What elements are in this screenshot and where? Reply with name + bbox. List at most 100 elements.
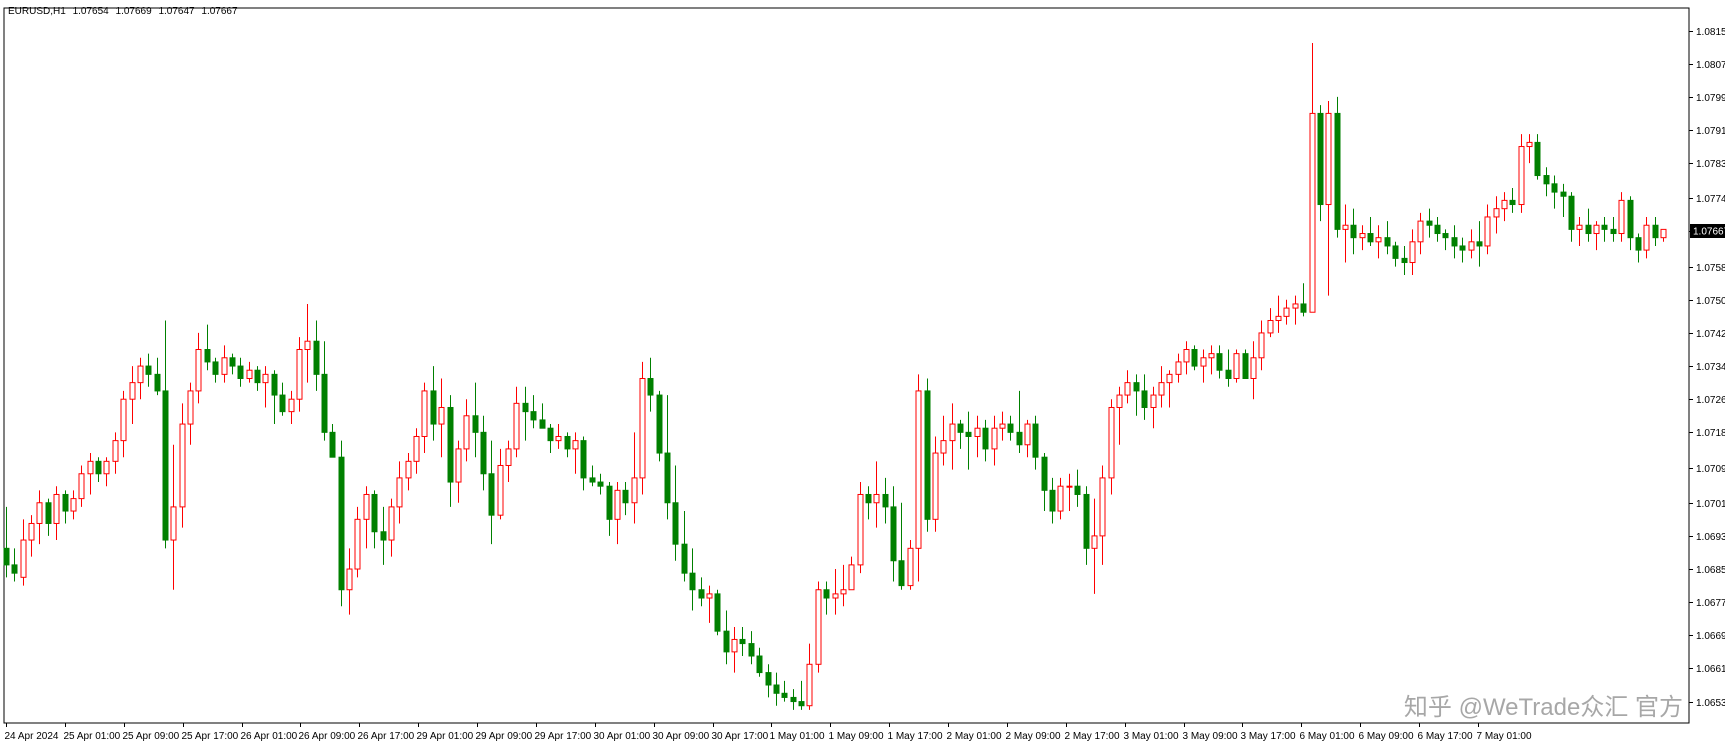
candle-body (447, 406, 454, 483)
candle-body (371, 493, 378, 533)
candle (354, 506, 361, 578)
candle-body (11, 564, 18, 574)
candle (1049, 477, 1056, 524)
candle (530, 395, 537, 429)
candlestick-chart[interactable]: 1.08150 1.08070 1.07990 1.07910 1.07830 1.077… (0, 0, 1725, 756)
candle-body (756, 655, 763, 674)
y-tick-label: 1.07095 (1696, 464, 1725, 475)
candle-body (1166, 373, 1173, 384)
x-tick-label: 29 Apr 01:00 (417, 731, 474, 742)
candle (731, 627, 738, 673)
candle (614, 482, 621, 545)
candle-body (999, 423, 1006, 429)
candle (597, 473, 604, 495)
candle-body (1099, 477, 1106, 537)
candle (1175, 353, 1182, 383)
candle (1183, 341, 1190, 375)
candle-body (932, 452, 939, 520)
candle-body (1250, 357, 1257, 379)
candle-body (1476, 241, 1483, 247)
candle-body (288, 398, 295, 413)
candle (1551, 175, 1558, 209)
candle-body (472, 415, 479, 433)
candle-body (1652, 224, 1659, 239)
candle-body (354, 518, 361, 570)
candle (1350, 208, 1357, 255)
candle (28, 515, 35, 557)
candle-body (304, 340, 311, 351)
candle (455, 440, 462, 503)
candle (664, 395, 671, 520)
candle-body (1267, 320, 1274, 334)
candle (1401, 245, 1408, 275)
candle-body (1484, 216, 1491, 247)
candle-body (438, 406, 445, 425)
candle-body (572, 440, 579, 450)
x-tick-label: 26 Apr 01:00 (241, 731, 298, 742)
candle-body (413, 435, 420, 462)
candle (413, 428, 420, 474)
candle-body (1451, 237, 1458, 247)
candle (848, 556, 855, 591)
candle-body (497, 464, 504, 516)
candle-body (1585, 224, 1592, 235)
candle-body (1643, 224, 1650, 251)
candle (371, 490, 378, 549)
candle (246, 361, 253, 383)
candle (170, 444, 177, 590)
current-price-label: 1.07667 (1693, 227, 1725, 238)
candle-body (1066, 485, 1073, 488)
x-tick-label: 1 May 09:00 (829, 731, 884, 742)
candle-body (95, 460, 102, 475)
candle (865, 486, 872, 520)
candle-body (1576, 224, 1583, 230)
y-tick-label: 1.07990 (1696, 93, 1725, 104)
candle (438, 378, 445, 458)
candle-body (120, 398, 127, 442)
candle-body (488, 473, 495, 516)
candle-body (672, 502, 679, 545)
candle-body (154, 373, 161, 392)
candle-body (1041, 456, 1048, 491)
candle (271, 370, 278, 425)
candle (480, 415, 487, 491)
candle-body (898, 560, 905, 587)
candle (781, 680, 788, 702)
candle (129, 366, 136, 425)
candle (999, 411, 1006, 441)
candle-body (957, 423, 964, 433)
candle (1267, 308, 1274, 338)
x-tick-label: 2 May 01:00 (947, 731, 1002, 742)
candle-body (823, 589, 830, 599)
candle-body (723, 630, 730, 653)
candle (1099, 465, 1106, 565)
candle (698, 577, 705, 607)
candle-body (1359, 233, 1366, 239)
candle-body (1551, 183, 1558, 193)
candle-body (1183, 349, 1190, 363)
candle (1292, 295, 1299, 325)
candle (1283, 299, 1290, 325)
watermark: 知乎 @WeTrade众汇 官方 (1403, 694, 1683, 721)
candle-body (513, 402, 520, 450)
candle-body (321, 373, 328, 433)
candle (212, 357, 219, 383)
chart-window[interactable]: EURUSD,H1 1.07654 1.07669 1.07647 1.0766… (0, 0, 1725, 756)
candle (1610, 216, 1617, 242)
candle (204, 324, 211, 371)
candle-body (430, 390, 437, 425)
candle-body (1409, 241, 1416, 264)
candle-body (622, 489, 629, 504)
candle (1468, 229, 1475, 259)
candle (237, 357, 244, 387)
candle-body (1150, 394, 1157, 408)
candle (45, 498, 52, 536)
candle-body (1401, 257, 1408, 264)
candle-body (1141, 390, 1148, 408)
y-tick-label: 1.08070 (1696, 60, 1725, 71)
candle-body (1375, 237, 1382, 243)
candle-body (1325, 112, 1332, 206)
candle-body (698, 589, 705, 599)
candle (1526, 134, 1533, 164)
candle (179, 403, 186, 528)
